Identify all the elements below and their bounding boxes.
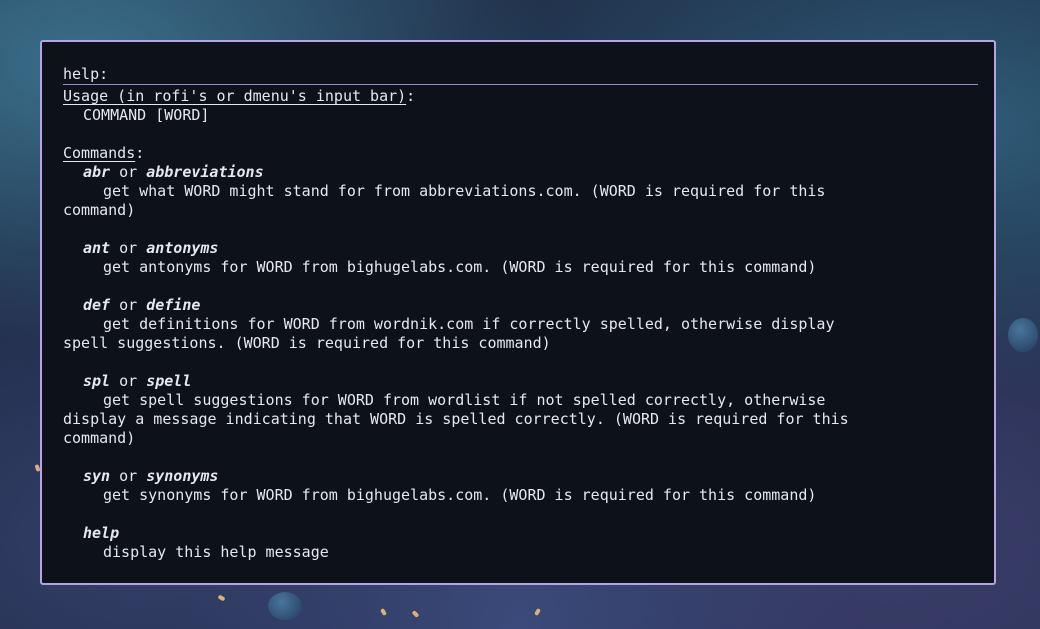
command-alias: spell [146,372,192,390]
command-alias: define [146,296,201,314]
prompt-input-bar[interactable]: help: [63,64,978,85]
command-syn: syn or synonyms [63,467,978,486]
wallpaper-speck [380,607,387,617]
command-or: or [110,372,147,390]
command-description: get spell suggestions for WORD from word… [103,391,826,409]
wallpaper-orb [1008,318,1038,352]
command-or: or [110,467,147,485]
command-name: help [83,524,120,542]
wallpaper-orb [268,592,302,620]
commands-colon: : [135,144,145,162]
command-alias: antonyms [146,239,219,257]
command-description-wrap: spell suggestions. (WORD is required for… [63,334,551,352]
command-abr: abr or abbreviations [63,163,978,182]
command-alias: abbreviations [146,163,264,181]
command-description: get antonyms for WORD from bighugelabs.c… [103,258,817,276]
command-or: or [110,296,147,314]
command-description-wrap: display a message indicating that WORD i… [63,410,849,428]
command-description-wrap: command) [63,201,136,219]
command-ant: ant or antonyms [63,239,978,258]
prompt-label: help: [63,65,109,83]
command-help: help [63,524,978,543]
usage-heading: Usage (in rofi's or dmenu's input bar) [63,87,407,105]
command-name: abr [83,163,111,181]
command-def: def or define [63,296,978,315]
rofi-help-window: help: Usage (in rofi's or dmenu's input … [40,40,996,585]
command-name: spl [83,372,111,390]
command-description: get synonyms for WORD from bighugelabs.c… [103,486,817,504]
command-alias: synonyms [146,467,219,485]
command-or: or [110,163,147,181]
command-name: def [83,296,111,314]
command-description-wrap: command) [63,429,136,447]
command-spl: spl or spell [63,372,978,391]
command-description: get definitions for WORD from wordnik.co… [103,315,835,333]
wallpaper-speck [411,610,420,618]
commands-heading-line: Commands: [63,144,978,163]
usage-heading-line: Usage (in rofi's or dmenu's input bar): [63,87,978,106]
command-or: or [110,239,147,257]
command-description: display this help message [103,543,329,561]
command-name: ant [83,239,111,257]
help-message: Usage (in rofi's or dmenu's input bar): … [63,87,978,562]
usage-syntax: COMMAND [WORD] [83,106,210,124]
wallpaper-speck [534,607,541,617]
wallpaper-speck [217,594,226,602]
usage-colon: : [406,87,416,105]
command-description: get what WORD might stand for from abbre… [103,182,826,200]
command-name: syn [83,467,111,485]
commands-heading: Commands [63,144,136,162]
